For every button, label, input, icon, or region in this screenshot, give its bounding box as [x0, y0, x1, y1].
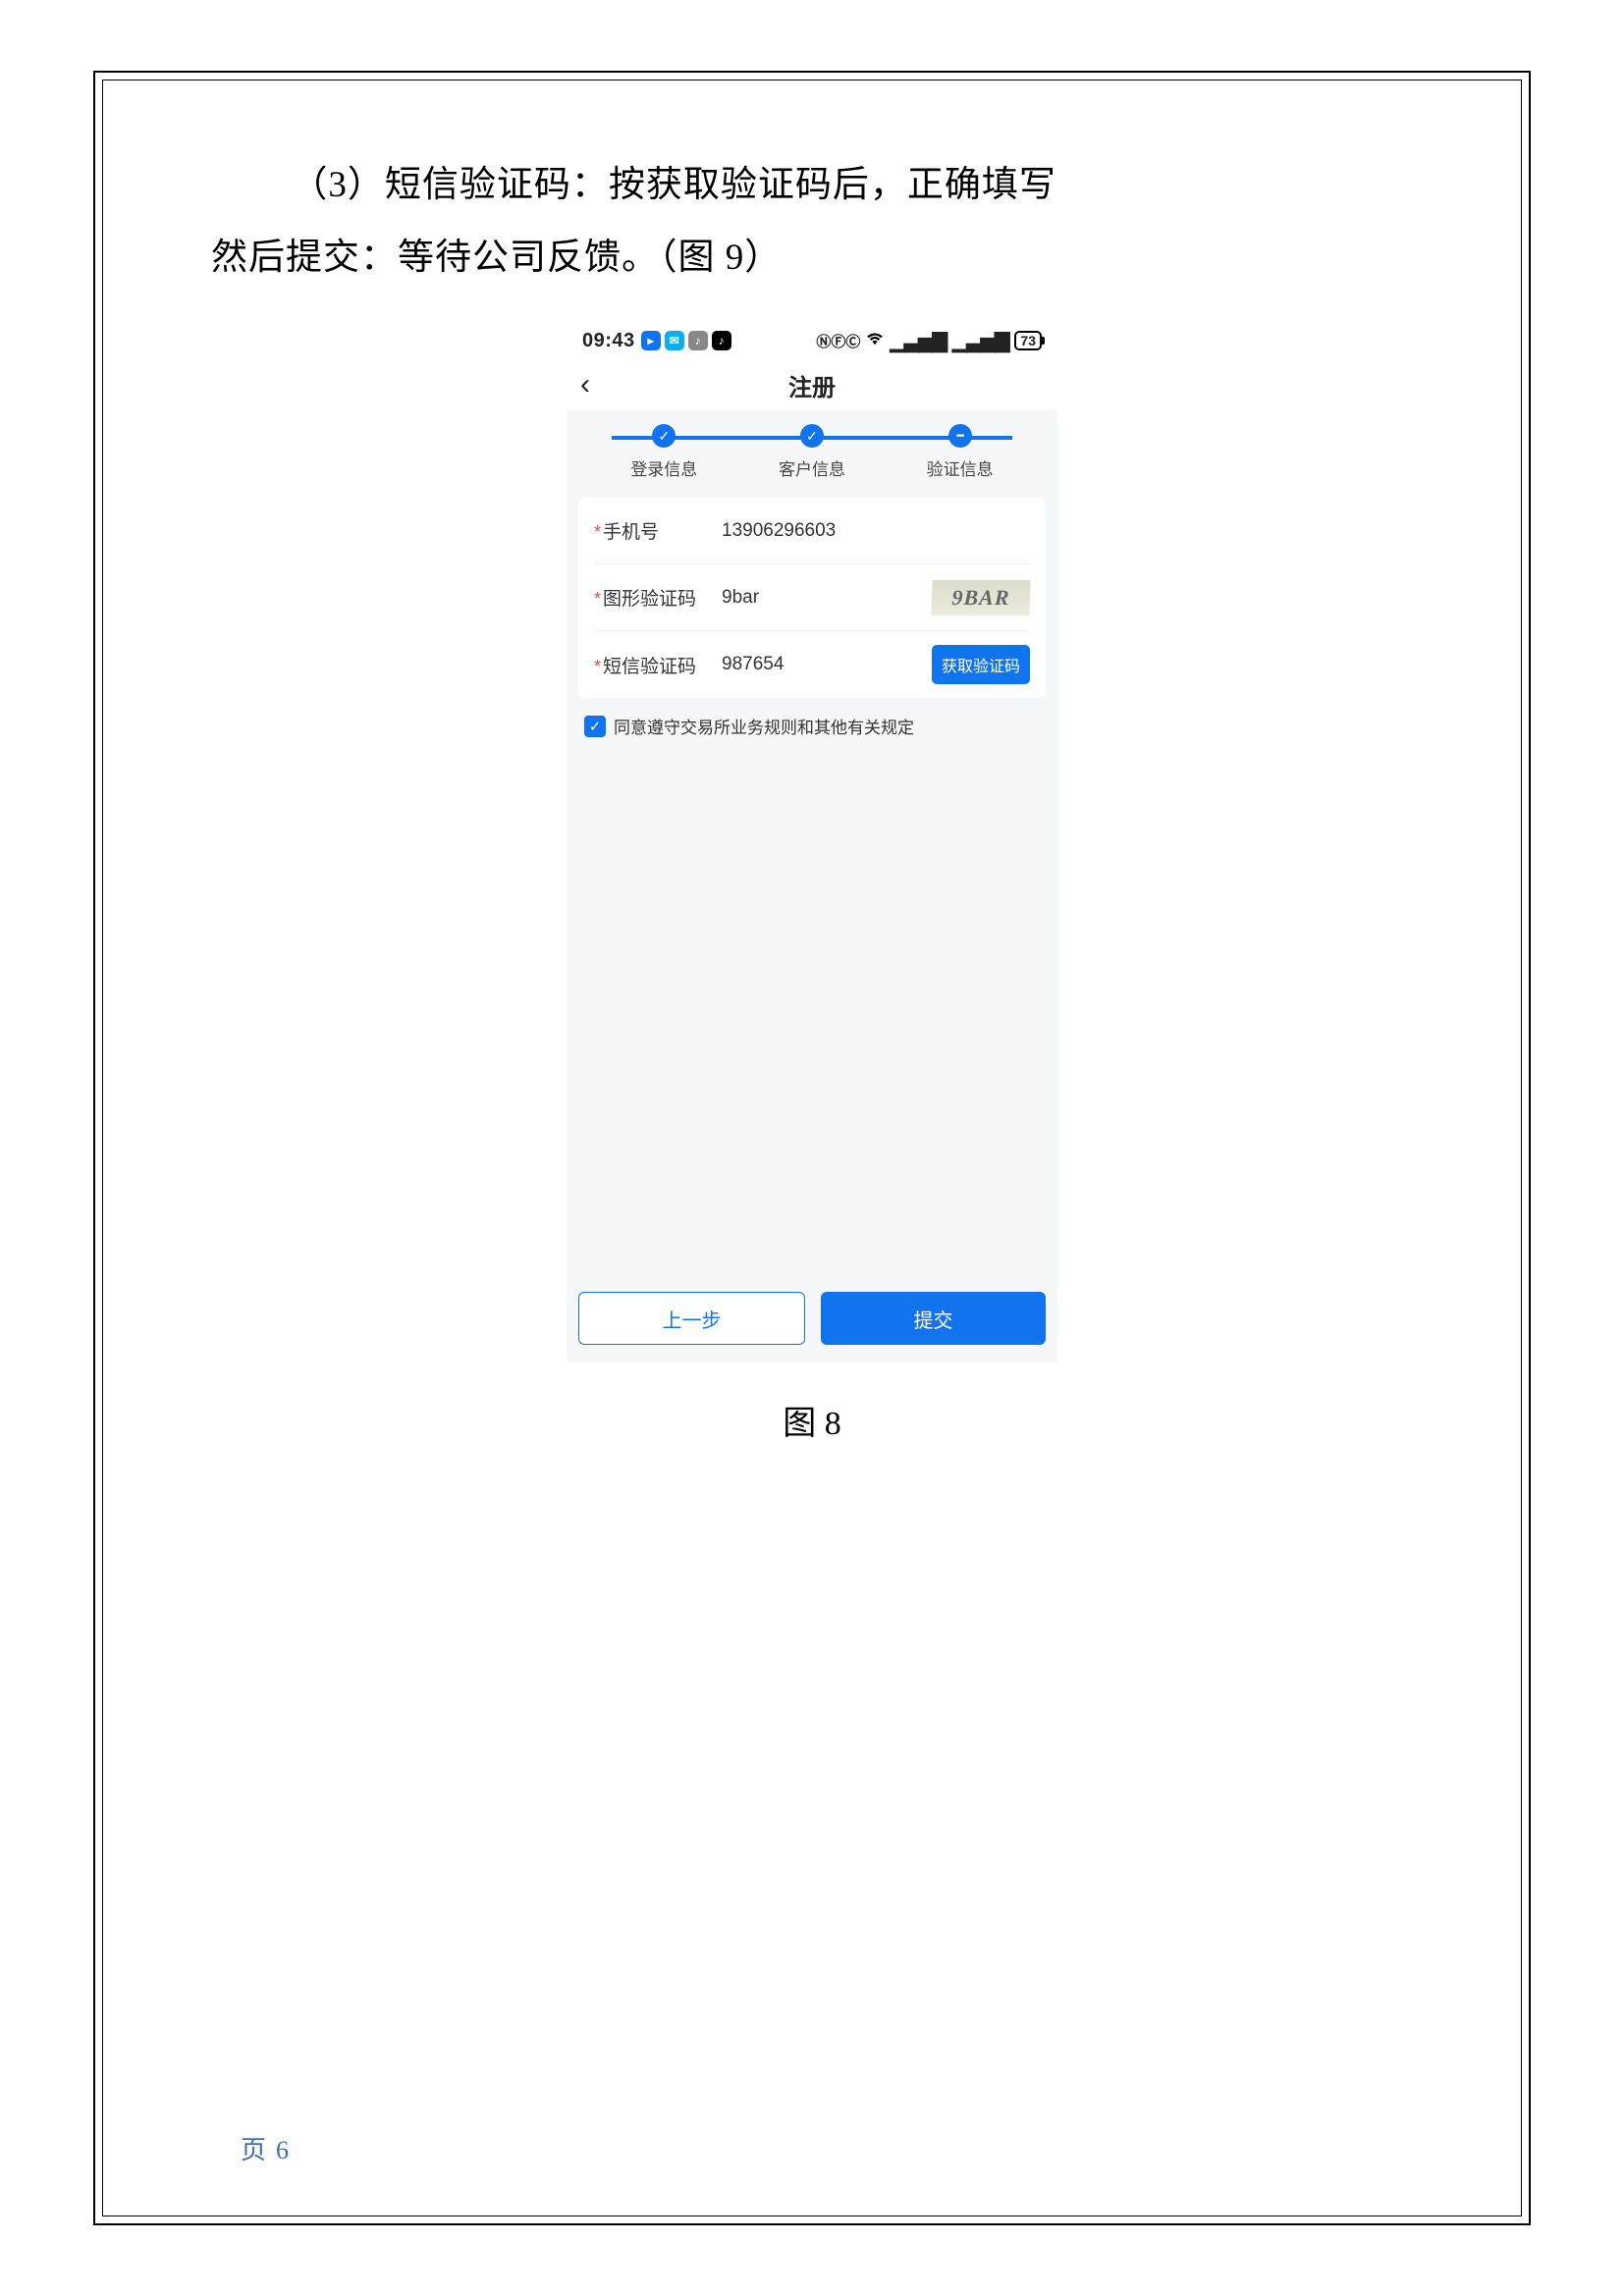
page-border-inner: （3）短信验证码：按获取验证码后，正确填写 然后提交：等待公司反馈。（图 9） …: [102, 80, 1522, 2216]
status-app-icons: ▸ ✉ ♪ ♪: [641, 331, 731, 350]
progress-step-3: 验证信息: [886, 424, 1034, 480]
row-sms-code: *短信验证码 987654 获取验证码: [594, 631, 1030, 698]
progress-step-1: ✓ 登录信息: [590, 424, 738, 480]
page-number: 页6: [241, 2130, 289, 2166]
nfc-icon: ⓃⒻⒸ: [816, 331, 860, 351]
step-label-1: 登录信息: [630, 455, 697, 480]
progress-steps: ✓ 登录信息 ✓ 客户信息 验证信息: [567, 410, 1057, 490]
progress-step-2: ✓ 客户信息: [738, 424, 887, 480]
phone-label: *手机号: [594, 517, 722, 544]
required-star: *: [594, 657, 601, 676]
footer-buttons: 上一步 提交: [578, 1292, 1046, 1345]
step-label-3: 验证信息: [927, 455, 994, 480]
form-card: *手机号 13906296603 *图形验证码 9bar 9BAR *短信验证码…: [578, 498, 1046, 698]
page-border-outer: （3）短信验证码：按获取验证码后，正确填写 然后提交：等待公司反馈。（图 9） …: [93, 71, 1531, 2225]
body-line-1: （3）短信验证码：按获取验证码后，正确填写: [211, 149, 1413, 222]
body-text: （3）短信验证码：按获取验证码后，正确填写 然后提交：等待公司反馈。（图 9）: [211, 149, 1413, 294]
status-bar-left: 09:43 ▸ ✉ ♪ ♪: [582, 330, 731, 352]
phone-screenshot: 09:43 ▸ ✉ ♪ ♪ ⓃⒻⒸ: [567, 322, 1057, 1362]
required-star: *: [594, 522, 601, 542]
sms-code-label: *短信验证码: [594, 652, 722, 678]
agree-row[interactable]: ✓ 同意遵守交易所业务规则和其他有关规定: [567, 698, 1057, 754]
nav-title: 注册: [567, 368, 1057, 402]
wifi-icon: [866, 330, 884, 352]
signal-icon-2: ▁▃▅▇: [952, 329, 1009, 353]
app-icon-2: ✉: [665, 331, 684, 350]
signal-icon-1: ▁▃▅▇: [890, 329, 947, 353]
row-phone: *手机号 13906296603: [594, 498, 1030, 564]
agree-text: 同意遵守交易所业务规则和其他有关规定: [614, 714, 914, 738]
status-time: 09:43: [582, 330, 635, 352]
screenshot-wrapper: 09:43 ▸ ✉ ♪ ♪ ⓃⒻⒸ: [211, 322, 1413, 1362]
dots-icon: [948, 424, 972, 448]
app-icon-1: ▸: [641, 331, 661, 350]
captcha-image[interactable]: 9BAR: [931, 580, 1030, 615]
nav-bar: ‹ 注册: [567, 359, 1057, 410]
battery-icon: 73: [1014, 331, 1042, 350]
row-image-captcha: *图形验证码 9bar 9BAR: [594, 564, 1030, 631]
status-bar: 09:43 ▸ ✉ ♪ ♪ ⓃⒻⒸ: [567, 322, 1057, 359]
page-label: 页: [241, 2136, 266, 2164]
app-icon-4: ♪: [712, 331, 731, 350]
status-bar-right: ⓃⒻⒸ ▁▃▅▇ ▁▃▅▇ 73: [816, 329, 1042, 353]
agree-checkbox[interactable]: ✓: [584, 716, 606, 737]
page-num-value: 6: [276, 2136, 289, 2164]
phone-input[interactable]: 13906296603: [722, 520, 1030, 542]
check-icon: ✓: [800, 424, 824, 448]
prev-button[interactable]: 上一步: [578, 1292, 805, 1345]
submit-button[interactable]: 提交: [821, 1292, 1046, 1345]
back-button[interactable]: ‹: [580, 370, 590, 400]
required-star: *: [594, 589, 601, 609]
figure-caption: 图 8: [211, 1396, 1413, 1444]
image-captcha-input[interactable]: 9bar: [722, 587, 932, 609]
image-captcha-label: *图形验证码: [594, 584, 722, 611]
body-line-2: 然后提交：等待公司反馈。（图 9）: [211, 222, 1413, 294]
get-code-button[interactable]: 获取验证码: [932, 645, 1030, 684]
page: （3）短信验证码：按获取验证码后，正确填写 然后提交：等待公司反馈。（图 9） …: [0, 0, 1624, 2296]
app-icon-3: ♪: [688, 331, 708, 350]
sms-code-input[interactable]: 987654: [722, 654, 932, 675]
step-label-2: 客户信息: [779, 455, 845, 480]
check-icon: ✓: [652, 424, 676, 448]
